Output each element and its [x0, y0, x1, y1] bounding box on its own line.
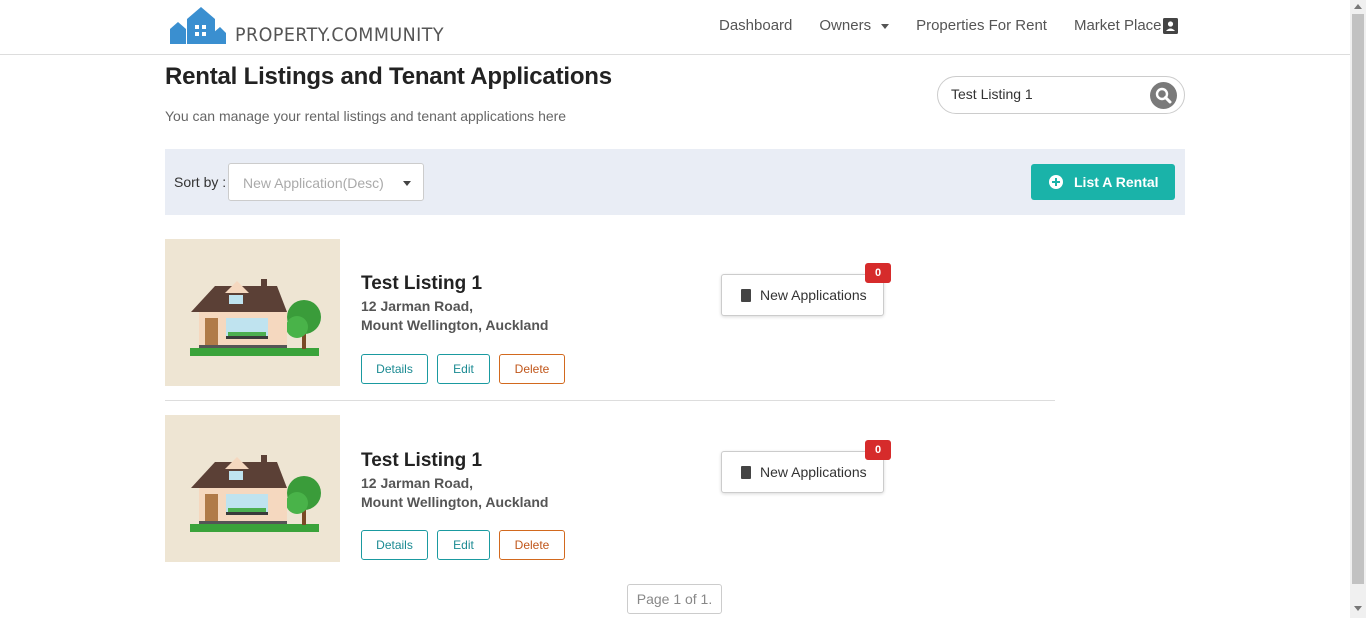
delete-button[interactable]: Delete	[499, 530, 565, 560]
clipboard-icon	[741, 466, 751, 479]
brand-name: PROPERTY.COMMUNITY	[235, 24, 445, 46]
listing-address-line2: Mount Wellington, Auckland	[361, 317, 549, 333]
new-applications-label: New Applications	[760, 287, 867, 303]
chevron-down-icon	[881, 23, 890, 29]
nav-properties-for-rent[interactable]: Properties For Rent	[916, 17, 1047, 34]
edit-button[interactable]: Edit	[437, 354, 490, 384]
clipboard-icon	[741, 289, 751, 302]
nav-owners-label: Owners	[819, 17, 872, 34]
search-button[interactable]	[1150, 82, 1177, 109]
listing-card: Test Listing 1 12 Jarman Road, Mount Wel…	[165, 415, 1055, 562]
applications-count-badge: 0	[865, 440, 891, 460]
sort-toolbar: Sort by : New Application(Desc) List A R…	[165, 149, 1185, 215]
page-title: Rental Listings and Tenant Applications	[165, 63, 612, 90]
chevron-down-icon	[403, 181, 411, 186]
top-navbar: PROPERTY.COMMUNITY Dashboard Owners Prop…	[0, 0, 1350, 55]
plus-circle-icon	[1049, 175, 1063, 189]
listing-divider	[165, 400, 1055, 401]
listing-card: Test Listing 1 12 Jarman Road, Mount Wel…	[165, 239, 1055, 386]
house-illustration-icon	[190, 279, 321, 356]
scrollbar-thumb[interactable]	[1352, 14, 1364, 584]
applications-count-badge: 0	[865, 263, 891, 283]
new-applications-button[interactable]: New Applications	[721, 274, 884, 316]
pagination-info: Page 1 of 1.	[627, 584, 722, 614]
sort-label: Sort by :	[174, 174, 227, 190]
main-nav: Dashboard Owners Properties For Rent Mar…	[719, 17, 1189, 34]
list-a-rental-button[interactable]: List A Rental	[1031, 164, 1175, 200]
page-scrollbar[interactable]	[1350, 0, 1366, 618]
details-button[interactable]: Details	[361, 530, 428, 560]
search-icon	[1155, 87, 1172, 104]
new-applications-label: New Applications	[760, 464, 867, 480]
list-a-rental-label: List A Rental	[1074, 174, 1159, 190]
edit-button[interactable]: Edit	[437, 530, 490, 560]
listing-thumbnail[interactable]	[165, 239, 340, 386]
account-box-icon[interactable]	[1163, 18, 1178, 34]
listing-address-line1: 12 Jarman Road,	[361, 475, 474, 491]
nav-market-place[interactable]: Market Place	[1074, 17, 1162, 34]
search-box	[937, 76, 1185, 114]
listing-title[interactable]: Test Listing 1	[361, 273, 482, 295]
listing-title[interactable]: Test Listing 1	[361, 450, 482, 472]
search-input[interactable]	[951, 86, 1141, 102]
details-button[interactable]: Details	[361, 354, 428, 384]
scroll-up-arrow-icon[interactable]	[1354, 4, 1362, 9]
listing-address-line2: Mount Wellington, Auckland	[361, 494, 549, 510]
new-applications-button[interactable]: New Applications	[721, 451, 884, 493]
nav-dashboard[interactable]: Dashboard	[719, 17, 792, 34]
delete-button[interactable]: Delete	[499, 354, 565, 384]
brand-logo[interactable]: PROPERTY.COMMUNITY	[169, 5, 462, 47]
house-illustration-icon	[190, 455, 321, 532]
listing-thumbnail[interactable]	[165, 415, 340, 562]
page-subtitle: You can manage your rental listings and …	[165, 108, 567, 124]
scroll-down-arrow-icon[interactable]	[1354, 606, 1362, 611]
sort-selected-value: New Application(Desc)	[243, 175, 384, 191]
listing-address-line1: 12 Jarman Road,	[361, 298, 474, 314]
house-logo-icon	[170, 7, 226, 44]
sort-select[interactable]: New Application(Desc)	[228, 163, 424, 201]
nav-owners-dropdown[interactable]: Owners	[819, 17, 890, 34]
